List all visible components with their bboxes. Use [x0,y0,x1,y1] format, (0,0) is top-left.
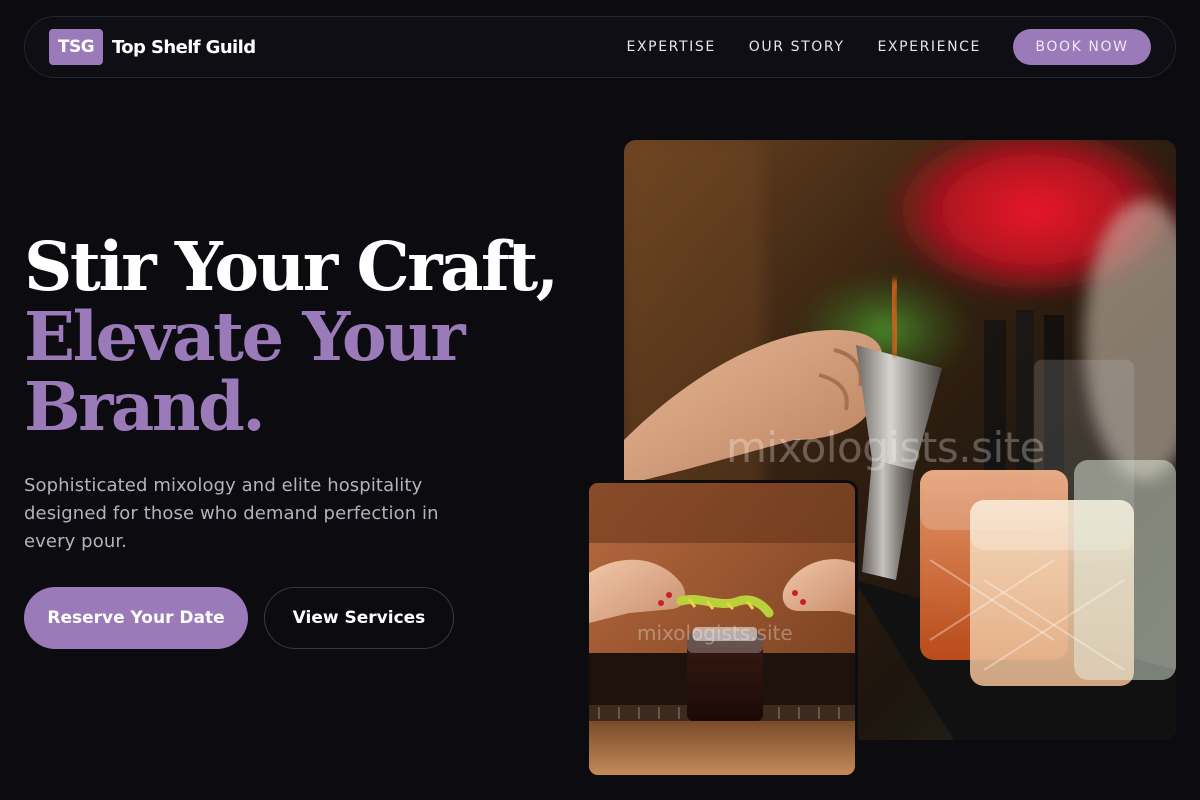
book-now-button[interactable]: BOOK NOW [1013,29,1151,65]
hero-headline: Stir Your Craft, Elevate Your Brand. [24,227,559,446]
nav-links: EXPERTISE OUR STORY EXPERIENCE BOOK NOW [627,29,1151,65]
brand[interactable]: TSG Top Shelf Guild [49,29,256,65]
navbar: TSG Top Shelf Guild EXPERTISE OUR STORY … [24,16,1176,78]
garnish-illustration [589,483,855,775]
nav-link-our-story[interactable]: OUR STORY [749,39,845,55]
headline-line-3: Brand. [24,367,266,446]
hero-subtitle: Sophisticated mixology and elite hospita… [24,475,439,552]
reserve-your-date-button[interactable]: Reserve Your Date [24,587,248,649]
headline-line-2: Elevate Your [24,297,466,376]
nav-link-experience[interactable]: EXPERIENCE [877,39,981,55]
view-services-button[interactable]: View Services [264,587,454,649]
brand-name: Top Shelf Guild [112,36,256,58]
nav-link-expertise[interactable]: EXPERTISE [627,39,716,55]
garnish-cocktail-photo: mixologists.site [586,480,858,778]
headline-line-1: Stir Your Craft, [24,227,559,306]
logo-badge: TSG [49,29,103,65]
